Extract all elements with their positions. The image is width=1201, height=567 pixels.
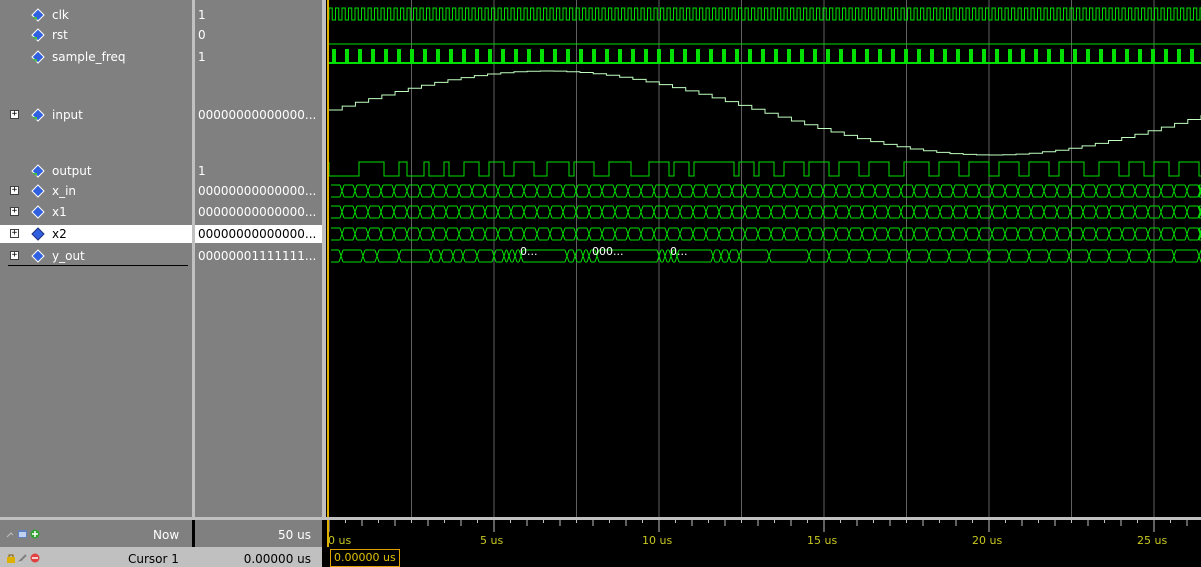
expand-plus-icon[interactable]: + [10, 110, 19, 119]
now-value: 50 us [278, 528, 311, 542]
signal-row-x-in[interactable]: + x_in [0, 182, 192, 200]
pane-divider[interactable] [192, 0, 195, 567]
x-in-bus-waveform [331, 184, 1201, 198]
table-icon[interactable] [18, 529, 28, 539]
clk-waveform [328, 7, 1201, 21]
signal-row-x2[interactable]: + x2 [0, 225, 192, 243]
signal-value: 0 [198, 28, 206, 42]
wave-window: clk rst sample_freq + input output + x_i… [0, 0, 1201, 567]
zoom-icon[interactable] [6, 529, 16, 539]
pencil-icon[interactable] [18, 553, 28, 563]
signal-label: y_out [52, 249, 85, 263]
signal-diamond-icon [31, 184, 45, 198]
ruler-tick-label: 10 us [642, 534, 673, 547]
signal-diamond-icon [31, 28, 45, 42]
signal-label: output [52, 164, 92, 178]
signal-label: x_in [52, 184, 77, 198]
divider [8, 265, 188, 266]
signal-row-input[interactable]: + input [0, 106, 192, 124]
signal-value: 00000000000000... [198, 184, 317, 198]
cursor-time-readout[interactable]: 0.00000 us [330, 549, 400, 567]
signal-label: rst [52, 28, 68, 42]
signal-label: x2 [52, 227, 67, 241]
bus-value-label: 0... [670, 245, 688, 258]
expand-plus-icon[interactable]: + [10, 229, 19, 238]
signal-label: input [52, 108, 83, 122]
ruler-tick-label: 20 us [972, 534, 1003, 547]
signal-row-y-out[interactable]: + y_out [0, 247, 192, 265]
bus-value-label: 000... [592, 245, 624, 258]
signal-diamond-icon [31, 50, 45, 64]
signal-value: 00000001111111... [198, 249, 317, 263]
signal-diamond-icon [31, 227, 45, 241]
signal-value: 1 [198, 164, 206, 178]
signal-row-rst[interactable]: rst [0, 26, 192, 44]
now-label: Now [153, 528, 180, 542]
signal-value: 00000000000000... [195, 225, 322, 243]
signal-value: 1 [198, 8, 206, 22]
ruler-tick-label: 5 us [480, 534, 504, 547]
signal-diamond-icon [31, 108, 45, 122]
waveform-canvas[interactable] [326, 0, 1201, 517]
signal-diamond-icon [31, 164, 45, 178]
ruler-tick-label: 0 us [328, 534, 352, 547]
ruler-tick-label: 25 us [1137, 534, 1168, 547]
expand-plus-icon[interactable]: + [10, 207, 19, 216]
cursor-name-label[interactable]: Cursor 1 [128, 552, 179, 566]
lock-icon[interactable] [6, 553, 16, 563]
signal-row-x1[interactable]: + x1 [0, 203, 192, 221]
output-waveform [328, 161, 1201, 177]
cursor-value: 0.00000 us [243, 552, 311, 566]
signal-diamond-icon [31, 205, 45, 219]
signal-row-output[interactable]: output [0, 162, 192, 180]
y-out-bus-waveform [331, 249, 1201, 263]
signal-label: clk [52, 8, 69, 22]
remove-icon[interactable] [30, 553, 40, 563]
add-icon[interactable] [30, 529, 40, 539]
signal-value: 00000000000000... [198, 205, 317, 219]
x2-bus-waveform [331, 227, 1201, 241]
x1-bus-waveform [331, 205, 1201, 219]
signal-row-clk[interactable]: clk [0, 6, 192, 24]
signal-row-sample-freq[interactable]: sample_freq [0, 48, 192, 66]
waveform-pane[interactable]: 0... 000... 0... [326, 0, 1201, 517]
signal-diamond-icon [31, 249, 45, 263]
signal-diamond-icon [31, 8, 45, 22]
bus-value-label: 0... [520, 245, 538, 258]
signal-value: 00000000000000... [198, 108, 317, 122]
ruler-ticks [327, 520, 1188, 547]
expand-plus-icon[interactable]: + [10, 251, 19, 260]
signal-value: 1 [198, 50, 206, 64]
sample-freq-waveform [329, 49, 1201, 64]
ruler-tick-label: 15 us [807, 534, 838, 547]
expand-plus-icon[interactable]: + [10, 186, 19, 195]
signal-label: sample_freq [52, 50, 126, 64]
time-ruler[interactable]: 0 us 5 us 10 us 15 us 20 us 25 us [326, 520, 1201, 547]
signal-label: x1 [52, 205, 67, 219]
input-analog-waveform [329, 70, 1201, 156]
